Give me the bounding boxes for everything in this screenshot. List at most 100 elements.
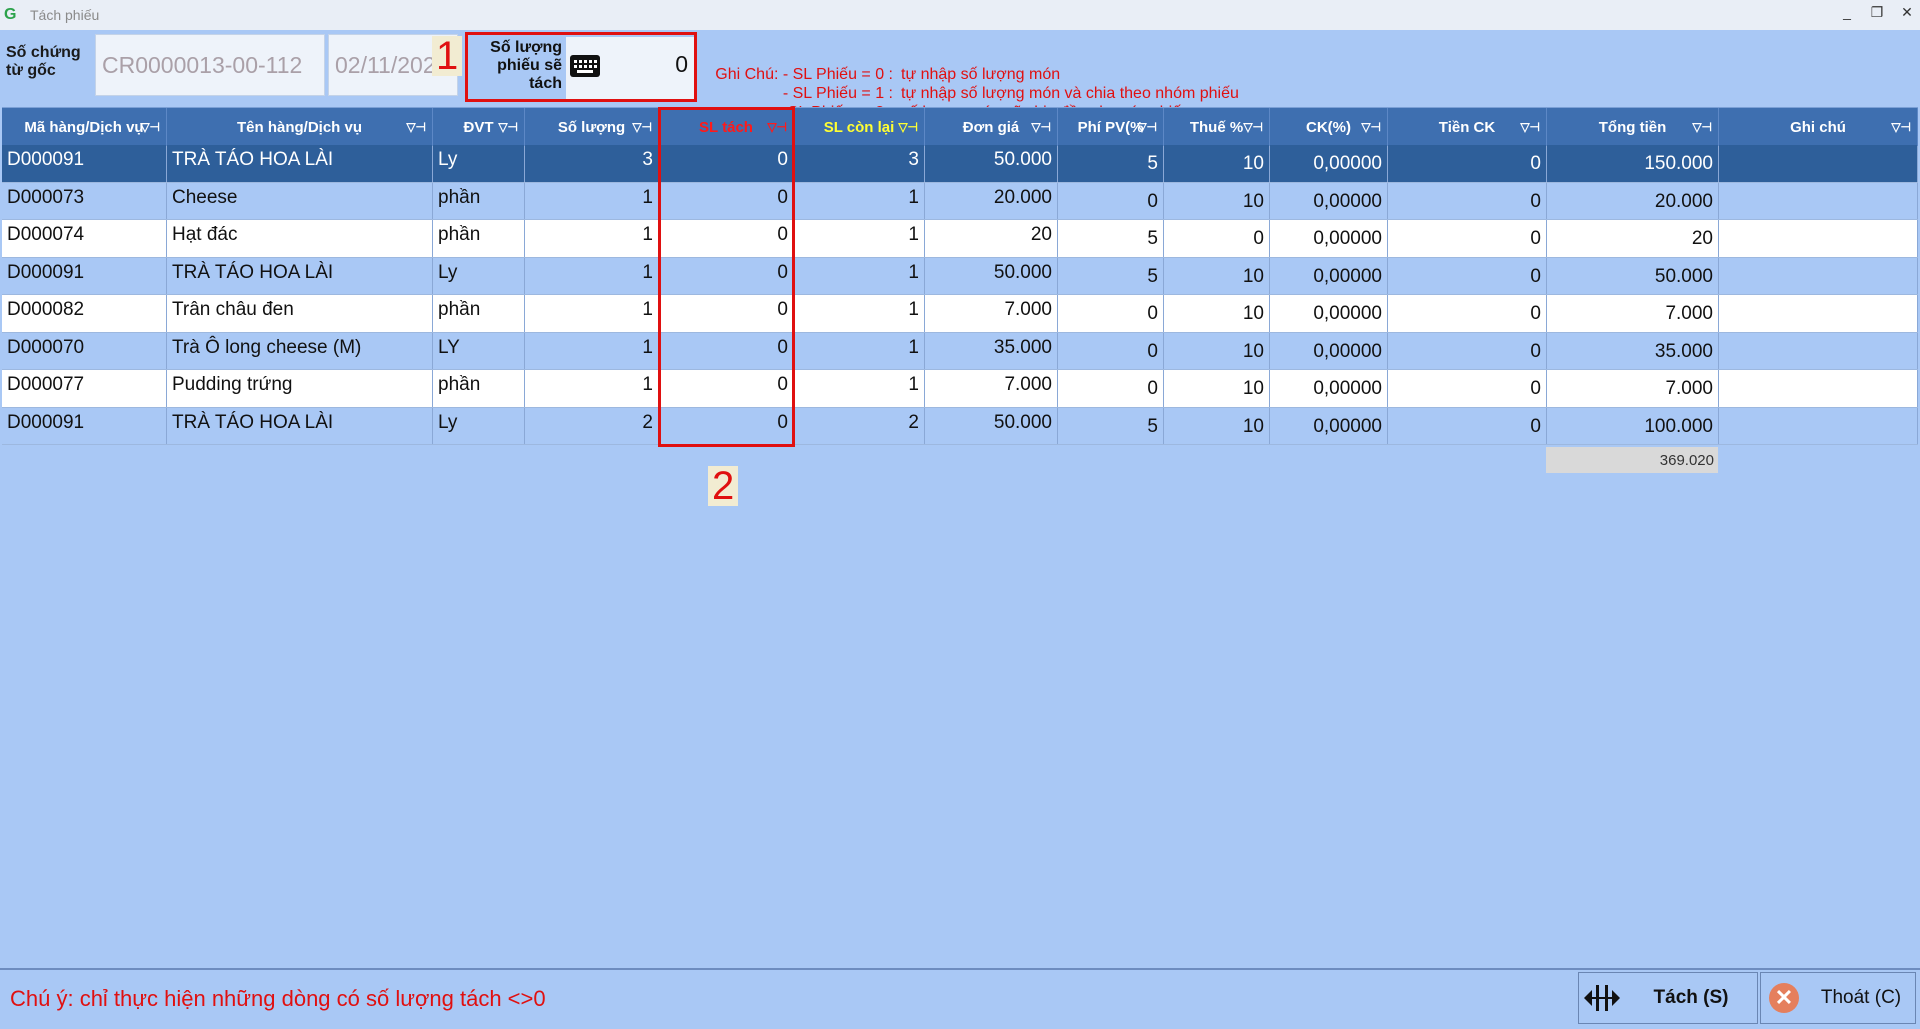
col-note-cell — [1719, 295, 1918, 332]
split-icon — [1579, 983, 1625, 1013]
keyboard-icon[interactable] — [570, 55, 600, 77]
col-discount-amount-cell: 0 — [1388, 220, 1547, 257]
column-header-label: Tên hàng/Dịch vụ — [236, 118, 362, 136]
col-note-header[interactable]: Ghi chú ▽⊣ — [1719, 108, 1918, 146]
column-header-label: Đơn giá — [962, 118, 1020, 136]
col-quantity-cell: 2 — [525, 407, 659, 444]
filter-icon[interactable]: ▽⊣ — [1520, 120, 1540, 134]
split-count-input[interactable]: 0 — [566, 37, 694, 99]
filter-icon[interactable]: ▽⊣ — [1137, 120, 1157, 134]
col-unit-price-cell: 50.000 — [925, 257, 1058, 294]
window-title: Tách phiếu — [30, 7, 100, 23]
col-unit-cell: Ly — [433, 257, 525, 294]
col-item-name-cell: TRÀ TÁO HOA LÀI — [167, 257, 433, 294]
col-discount-amount-cell: 0 — [1388, 332, 1547, 369]
col-note-cell — [1719, 407, 1918, 444]
col-item-name-cell: TRÀ TÁO HOA LÀI — [167, 145, 433, 182]
col-discount-amount-cell: 0 — [1388, 370, 1547, 407]
col-remaining-qty-cell: 1 — [794, 220, 925, 257]
col-discount-amount-header[interactable]: Tiền CK ▽⊣ — [1388, 108, 1547, 146]
col-item-code-cell: D000070 — [2, 332, 167, 369]
column-header-label: Ghi chú — [1790, 118, 1846, 136]
filter-icon[interactable]: ▽⊣ — [498, 120, 518, 134]
col-tax-cell: 10 — [1164, 257, 1270, 294]
col-item-code-cell: D000082 — [2, 295, 167, 332]
col-unit-price-cell: 7.000 — [925, 370, 1058, 407]
filter-icon[interactable]: ▽⊣ — [898, 120, 918, 134]
footer-divider — [0, 968, 1920, 970]
restore-button[interactable]: ❐ — [1870, 4, 1884, 21]
col-unit-price-header[interactable]: Đơn giá ▽⊣ — [925, 108, 1058, 146]
col-unit-price-cell: 20.000 — [925, 182, 1058, 219]
col-note-cell — [1719, 220, 1918, 257]
filter-icon[interactable]: ▽⊣ — [1891, 120, 1911, 134]
col-note-cell — [1719, 332, 1918, 369]
col-tax-cell: 10 — [1164, 370, 1270, 407]
col-remaining-qty-cell: 2 — [794, 407, 925, 444]
title-bar: G Tách phiếu _ ❐ ✕ — [0, 0, 1920, 30]
col-note-cell — [1719, 257, 1918, 294]
col-item-code-cell: D000077 — [2, 370, 167, 407]
col-unit-price-cell: 50.000 — [925, 407, 1058, 444]
col-service-fee-header[interactable]: Phí PV(% ▽⊣ — [1058, 108, 1164, 146]
doc-number-field[interactable]: CR0000013-00-112 — [95, 34, 325, 96]
col-remaining-qty-header[interactable]: SL còn lại ▽⊣ — [794, 108, 925, 146]
col-item-name-cell: TRÀ TÁO HOA LÀI — [167, 407, 433, 444]
split-button-label: Tách (S) — [1653, 987, 1729, 1008]
col-tax-cell: 10 — [1164, 295, 1270, 332]
items-grid: Mã hàng/Dịch vụ ▽⊣ Tên hàng/Dịch vụ ▽⊣ ĐVT ▽⊣… — [2, 107, 1918, 445]
split-button[interactable]: Tách (S) — [1578, 972, 1758, 1024]
col-unit-cell: phần — [433, 370, 525, 407]
table-row[interactable]: D000073 Cheese phần 1 0 1 20.000 0 10 0,00000 0 20.… — [2, 182, 1918, 220]
grid-body: D000091 TRÀ TÁO HOA LÀI Ly 3 0 3 50.000 5 10 0,00… — [2, 145, 1918, 445]
col-item-name-header[interactable]: Tên hàng/Dịch vụ ▽⊣ — [167, 108, 433, 146]
doc-number-label: Số chứng từ gốc — [6, 44, 81, 79]
col-discount-pct-cell: 0,00000 — [1270, 332, 1388, 369]
col-quantity-header[interactable]: Số lượng ▽⊣ — [525, 108, 659, 146]
split-qty-highlight — [658, 107, 795, 447]
filter-icon[interactable]: ▽⊣ — [1243, 120, 1263, 134]
col-total-header[interactable]: Tổng tiền ▽⊣ — [1547, 108, 1719, 146]
filter-icon[interactable]: ▽⊣ — [1692, 120, 1712, 134]
col-service-fee-cell: 5 — [1058, 145, 1164, 182]
filter-icon[interactable]: ▽⊣ — [1031, 120, 1051, 134]
filter-icon[interactable]: ▽⊣ — [140, 120, 160, 134]
col-total-cell: 100.000 — [1547, 407, 1719, 444]
table-row[interactable]: D000082 Trân châu đen phần 1 0 1 7.000 0 10 0,000… — [2, 295, 1918, 333]
col-total-cell: 7.000 — [1547, 370, 1719, 407]
filter-icon[interactable]: ▽⊣ — [632, 120, 652, 134]
col-quantity-cell: 1 — [525, 332, 659, 369]
col-service-fee-cell: 0 — [1058, 332, 1164, 369]
close-button[interactable]: ✕ — [1900, 4, 1914, 21]
table-row[interactable]: D000077 Pudding trứng phần 1 0 1 7.000 0 10 0,000… — [2, 370, 1918, 408]
col-item-name-cell: Trà Ô long cheese (M) — [167, 332, 433, 369]
col-item-code-header[interactable]: Mã hàng/Dịch vụ ▽⊣ — [2, 108, 167, 146]
col-unit-header[interactable]: ĐVT ▽⊣ — [433, 108, 525, 146]
col-discount-pct-cell: 0,00000 — [1270, 182, 1388, 219]
table-row[interactable]: D000070 Trà Ô long cheese (M) LY 1 0 1 35.000 0… — [2, 332, 1918, 370]
filter-icon[interactable]: ▽⊣ — [1361, 120, 1381, 134]
col-discount-pct-header[interactable]: CK(%) ▽⊣ — [1270, 108, 1388, 146]
col-quantity-cell: 1 — [525, 295, 659, 332]
table-row[interactable]: D000074 Hạt đác phần 1 0 1 20 5 0 0,00000 0 20 — [2, 220, 1918, 258]
col-discount-pct-cell: 0,00000 — [1270, 295, 1388, 332]
column-header-label: SL còn lại — [823, 118, 895, 136]
col-item-code-cell: D000091 — [2, 145, 167, 182]
col-item-name-cell: Pudding trứng — [167, 370, 433, 407]
col-discount-pct-cell: 0,00000 — [1270, 407, 1388, 444]
filter-icon[interactable]: ▽⊣ — [406, 120, 426, 134]
col-quantity-cell: 3 — [525, 145, 659, 182]
col-discount-amount-cell: 0 — [1388, 145, 1547, 182]
table-row[interactable]: D000091 TRÀ TÁO HOA LÀI Ly 3 0 3 50.000 5 10 0,00… — [2, 145, 1918, 183]
minimize-button[interactable]: _ — [1840, 4, 1854, 21]
col-quantity-cell: 1 — [525, 220, 659, 257]
col-remaining-qty-cell: 1 — [794, 370, 925, 407]
col-tax-header[interactable]: Thuế % ▽⊣ — [1164, 108, 1270, 146]
split-voucher-window: G Tách phiếu _ ❐ ✕ Số chứng từ gốc CR000… — [0, 0, 1920, 1029]
col-note-cell — [1719, 370, 1918, 407]
table-row[interactable]: D000091 TRÀ TÁO HOA LÀI Ly 2 0 2 50.000 5 10 0,00… — [2, 407, 1918, 445]
table-row[interactable]: D000091 TRÀ TÁO HOA LÀI Ly 1 0 1 50.000 5 10 0,00… — [2, 257, 1918, 295]
col-tax-cell: 10 — [1164, 407, 1270, 444]
col-discount-pct-cell: 0,00000 — [1270, 370, 1388, 407]
exit-button[interactable]: ✕ Thoát (C) — [1760, 972, 1916, 1024]
